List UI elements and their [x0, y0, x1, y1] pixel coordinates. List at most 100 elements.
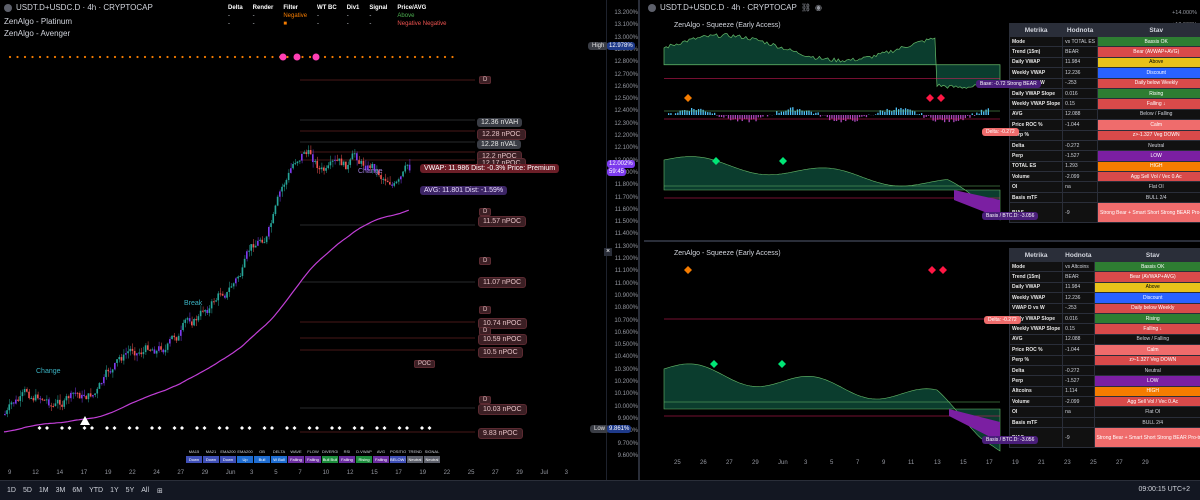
signal-marker: [60, 426, 64, 430]
candle-body: [30, 397, 33, 399]
metrics-cell: Mode: [1008, 260, 1064, 273]
nvah-label: 12.36 nVAH: [477, 118, 523, 127]
candle-body: [356, 153, 358, 161]
legend-cell: -: [369, 21, 372, 27]
signal-dot: [106, 55, 109, 59]
histogram-bar: [953, 115, 955, 123]
range-5y-button[interactable]: 5Y: [126, 487, 135, 494]
histogram-bar: [704, 111, 707, 115]
symbol-title[interactable]: USDT.D+USDC.D · 4h · CRYPTOCAP: [16, 3, 153, 12]
signal-diamond: [926, 94, 934, 102]
time-axis[interactable]: 25 26 27 29 Jun 3 5 7 9 11 13 15 17 19 21 23 25 27 29: [644, 460, 1164, 470]
signal-dot: [331, 55, 334, 59]
price-tick-label: 10.700%: [614, 317, 638, 324]
candle-body: [248, 250, 250, 252]
candle-body: [386, 180, 389, 183]
candle-body: [290, 168, 292, 173]
link-icon[interactable]: ⛓: [801, 3, 811, 12]
close-icon[interactable]: ×: [604, 248, 612, 256]
squeeze-indicator-label[interactable]: ZenAlgo - Squeeze (Early Access): [674, 22, 781, 29]
goto-date-icon[interactable]: ⊞: [157, 487, 163, 495]
symbol-header[interactable]: USDT.D+USDC.D · 4h · CRYPTOCAP: [4, 3, 153, 12]
range-ytd-button[interactable]: YTD: [89, 487, 103, 494]
price-axis[interactable]: 13.200%13.100%13.000%12.900%12.800%12.70…: [606, 0, 638, 480]
metrics-cell: Flat OI: [1096, 181, 1200, 193]
candle-body: [316, 160, 319, 169]
range-5d-button[interactable]: 5D: [23, 487, 32, 494]
candle-body: [263, 242, 266, 244]
price-tick-label: 11.200%: [614, 256, 638, 262]
squeeze-indicator-label[interactable]: ZenAlgo - Squeeze (Early Access): [674, 250, 781, 257]
signal-marker: [37, 426, 42, 430]
time-tick-label: 15: [960, 460, 967, 466]
signal-legend: Delta Render Filter WT BC Div1 Signal Pr…: [228, 5, 446, 27]
candle-body: [265, 236, 268, 243]
range-1d-button[interactable]: 1D: [7, 487, 16, 494]
range-all-button[interactable]: All: [141, 487, 149, 494]
candle-body: [116, 359, 118, 363]
histogram-bar: [835, 115, 838, 122]
indicator-label-avenger[interactable]: ZenAlgo - Avenger: [4, 29, 70, 38]
candle-body: [261, 239, 264, 243]
time-axis[interactable]: 9 12 14 17 19 22 24 27 29 Jun 3 5 7 10 12 15 17 19 22 25 27 2…: [0, 470, 606, 480]
signal-dot: [188, 55, 192, 59]
candle-body: [23, 389, 26, 393]
squeeze-panel-total[interactable]: USDT.D+USDC.D · 4h · CRYPTOCAP ⛓ ◉ ZenAl…: [644, 0, 1200, 242]
signal-dot: [436, 55, 439, 59]
signal-marker: [80, 416, 90, 425]
range-1m-button[interactable]: 1M: [39, 487, 49, 494]
indicator-table-cell: Falling: [305, 456, 321, 463]
candle-body: [402, 171, 404, 177]
candle-body: [127, 351, 129, 354]
price-tick-label: 10.200%: [614, 379, 638, 385]
candle-body: [17, 399, 19, 401]
range-1y-button[interactable]: 1Y: [110, 487, 119, 494]
candle-body: [107, 369, 110, 372]
histogram-bar: [950, 115, 953, 120]
histogram-bar: [900, 107, 902, 115]
candle-body: [118, 357, 121, 360]
indicator-label-platinum[interactable]: ZenAlgo - Platinum: [4, 17, 72, 26]
histogram-bar: [895, 107, 897, 115]
time-tick-label: 25: [467, 470, 475, 476]
symbol-header-secondary[interactable]: USDT.D+USDC.D · 4h · CRYPTOCAP ⛓ ◉: [648, 3, 822, 12]
range-3m-button[interactable]: 3M: [56, 487, 66, 494]
histogram-bar: [983, 111, 985, 115]
histogram-bar: [787, 109, 789, 115]
candle-body: [34, 394, 37, 401]
legend-header: Filter: [283, 5, 299, 11]
candle-body: [406, 164, 409, 166]
candle-body: [54, 403, 57, 406]
histogram-bar: [714, 112, 716, 115]
squeeze-panel-altcoins[interactable]: ZenAlgo - Squeeze (Early Access) 6.000%4…: [644, 244, 1200, 470]
price-tick-label: 10.500%: [614, 342, 638, 349]
histogram-bar: [776, 110, 778, 115]
candle-body: [43, 399, 46, 401]
metrics-header: Metrika: [1008, 23, 1064, 37]
main-chart-panel[interactable]: USDT.D+USDC.D · 4h · CRYPTOCAP ZenAlgo -…: [0, 0, 640, 480]
range-6m-button[interactable]: 6M: [72, 487, 82, 494]
metrics-row: Daily VWAP Slope0.016Rising1: [1008, 312, 1200, 325]
candle-body: [96, 388, 99, 394]
metrics-cell: Above: [1093, 281, 1200, 294]
metrics-cell: BULL 2/4: [1093, 416, 1200, 429]
time-tick-label: 11: [908, 460, 915, 466]
histogram-bar: [670, 113, 672, 115]
price-tick-label: 10.300%: [614, 366, 638, 373]
candle-body: [76, 392, 79, 394]
level-d-label: D: [479, 76, 492, 84]
candle-body: [380, 175, 382, 180]
candle-body: [215, 300, 217, 302]
indicator-table-header: DIVERGENCE: [322, 449, 338, 454]
candle-body: [147, 345, 149, 350]
signal-dot: [271, 55, 274, 59]
candle-body: [173, 335, 176, 338]
eye-icon[interactable]: ◉: [815, 3, 822, 12]
metrics-cell: Weekly VWAP: [1008, 67, 1064, 79]
clock[interactable]: 09:00:15 UTC+2: [1138, 486, 1190, 493]
histogram-bar: [757, 115, 759, 118]
signal-marker: [67, 426, 72, 430]
npoc-label: 11.57 nPOC: [478, 216, 527, 227]
symbol-title[interactable]: USDT.D+USDC.D · 4h · CRYPTOCAP: [660, 3, 797, 12]
signal-marker: [82, 426, 87, 430]
